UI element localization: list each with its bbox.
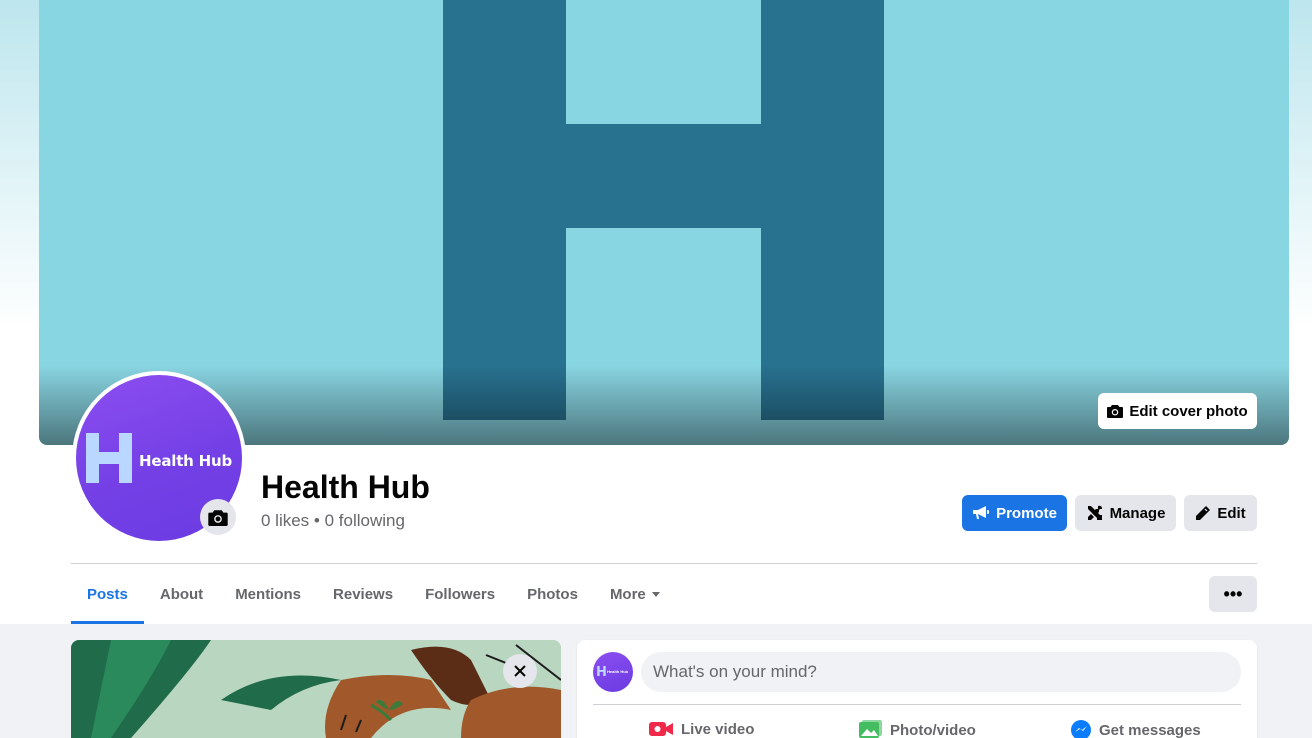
- live-video-button[interactable]: Live video: [649, 720, 754, 738]
- tab-reviews[interactable]: Reviews: [317, 564, 409, 624]
- tab-label: More: [609, 585, 646, 603]
- edit-label: Edit: [1217, 504, 1246, 522]
- messenger-icon: [1071, 720, 1091, 738]
- tab-more[interactable]: More: [594, 564, 676, 624]
- promo-card[interactable]: [71, 640, 561, 738]
- page-tabs: Posts About Mentions Reviews Followers P…: [71, 564, 676, 624]
- tab-posts[interactable]: Posts: [71, 564, 144, 624]
- mini-avatar-text: Health Hub: [607, 669, 629, 674]
- edit-cover-photo-label: Edit cover photo: [1129, 402, 1248, 420]
- mini-avatar-letter: H: [596, 665, 607, 680]
- close-icon: [514, 665, 526, 677]
- tab-photos[interactable]: Photos: [511, 564, 594, 624]
- get-messages-button[interactable]: Get messages: [1071, 720, 1201, 738]
- close-button[interactable]: [503, 654, 537, 688]
- tools-icon: [1087, 505, 1102, 520]
- live-video-icon: [649, 722, 673, 736]
- page-stats: 0 likes • 0 following: [261, 511, 405, 531]
- edit-page-button[interactable]: Edit: [1184, 495, 1257, 531]
- composer-divider: [593, 704, 1241, 705]
- edit-cover-photo-button[interactable]: Edit cover photo: [1098, 393, 1257, 429]
- following-count[interactable]: 0 following: [325, 511, 405, 530]
- pencil-icon: [1196, 506, 1211, 520]
- photo-video-label: Photo/video: [890, 721, 976, 738]
- photo-icon: [859, 720, 882, 738]
- stats-separator: •: [313, 511, 320, 530]
- megaphone-icon: [973, 506, 990, 519]
- tab-mentions[interactable]: Mentions: [219, 564, 317, 624]
- tab-label: About: [159, 585, 204, 603]
- camera-icon: [1107, 405, 1124, 418]
- manage-label: Manage: [1109, 504, 1166, 522]
- avatar-logo-text: Health Hub: [139, 452, 233, 470]
- likes-count[interactable]: 0 likes: [261, 511, 309, 530]
- post-composer: H Health Hub What's on your mind? Live v…: [577, 640, 1257, 738]
- promote-label: Promote: [996, 504, 1057, 522]
- tab-label: Reviews: [333, 585, 394, 603]
- tab-label: Followers: [425, 585, 496, 603]
- caret-down-icon: [651, 591, 660, 597]
- avatar-logo-letter: [86, 433, 132, 483]
- camera-icon: [208, 509, 228, 526]
- plant-illustration: [71, 640, 561, 738]
- tab-label: Posts: [87, 585, 128, 603]
- photo-video-button[interactable]: Photo/video: [858, 720, 976, 738]
- tab-label: Photos: [527, 585, 578, 603]
- whats-on-your-mind-input[interactable]: What's on your mind?: [641, 652, 1241, 692]
- tab-label: Mentions: [235, 585, 302, 603]
- tab-followers[interactable]: Followers: [409, 564, 511, 624]
- get-messages-label: Get messages: [1099, 721, 1201, 738]
- cover-photo[interactable]: [39, 0, 1289, 445]
- tabs-overflow-button[interactable]: •••: [1209, 576, 1257, 612]
- promote-button[interactable]: Promote: [962, 495, 1067, 531]
- manage-button[interactable]: Manage: [1075, 495, 1176, 531]
- page-title: Health Hub: [261, 469, 430, 505]
- live-video-label: Live video: [681, 720, 755, 738]
- update-profile-picture-button[interactable]: [200, 499, 236, 535]
- composer-avatar[interactable]: H Health Hub: [593, 652, 633, 692]
- tab-about[interactable]: About: [144, 564, 219, 624]
